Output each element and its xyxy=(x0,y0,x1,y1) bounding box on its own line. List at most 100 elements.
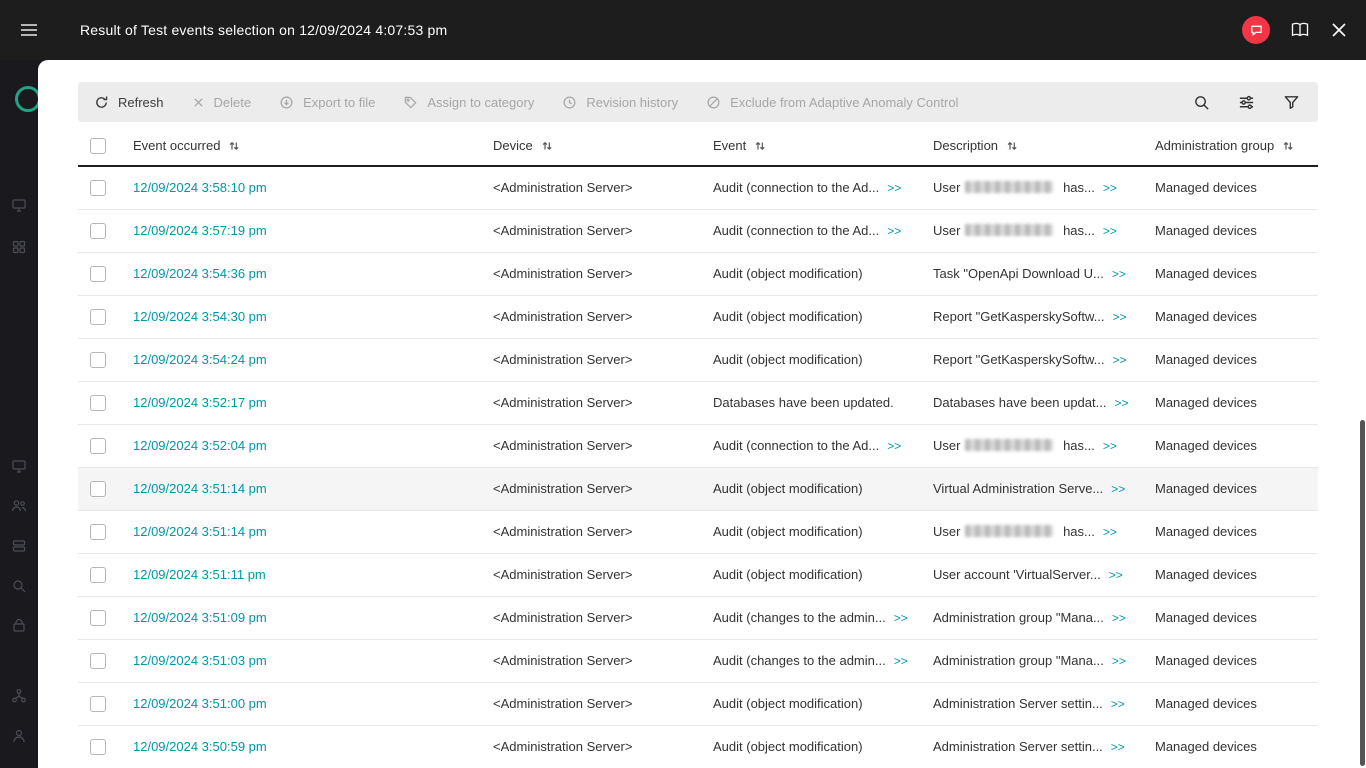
col-event[interactable]: Event xyxy=(713,126,933,166)
event-time-link[interactable]: 12/09/2024 3:52:04 pm xyxy=(133,438,267,453)
row-checkbox[interactable] xyxy=(90,180,106,196)
row-checkbox[interactable] xyxy=(90,610,106,626)
table-row[interactable]: 12/09/2024 3:52:04 pm <Administration Se… xyxy=(78,424,1318,467)
revision-history-button[interactable]: Revision history xyxy=(562,95,678,110)
table-row[interactable]: 12/09/2024 3:51:03 pm <Administration Se… xyxy=(78,639,1318,682)
sort-icon[interactable] xyxy=(754,140,766,152)
devices-icon[interactable] xyxy=(11,458,27,474)
description-more-link[interactable]: >> xyxy=(1103,181,1117,195)
column-settings-button[interactable] xyxy=(1236,92,1257,113)
close-button[interactable] xyxy=(1330,21,1348,39)
event-time-link[interactable]: 12/09/2024 3:58:10 pm xyxy=(133,180,267,195)
table-row[interactable]: 12/09/2024 3:51:14 pm <Administration Se… xyxy=(78,467,1318,510)
refresh-button[interactable]: Refresh xyxy=(94,95,164,110)
dashboard-icon[interactable] xyxy=(11,239,27,255)
filter-button[interactable] xyxy=(1281,92,1302,113)
row-checkbox[interactable] xyxy=(90,481,106,497)
description-more-link[interactable]: >> xyxy=(1111,697,1125,711)
sort-icon[interactable] xyxy=(228,140,240,152)
row-checkbox[interactable] xyxy=(90,567,106,583)
description-more-link[interactable]: >> xyxy=(1112,267,1126,281)
col-event-occurred[interactable]: Event occurred xyxy=(133,126,493,166)
hierarchy-settings-icon[interactable] xyxy=(11,688,27,704)
exclude-adaptive-anomaly-button[interactable]: Exclude from Adaptive Anomaly Control xyxy=(706,95,958,110)
sort-icon[interactable] xyxy=(1006,140,1018,152)
export-to-file-button[interactable]: Export to file xyxy=(279,95,375,110)
sort-icon[interactable] xyxy=(1282,140,1294,152)
event-cell: Audit (object modification) xyxy=(713,696,863,711)
col-administration-group[interactable]: Administration group xyxy=(1155,126,1318,166)
table-row[interactable]: 12/09/2024 3:54:30 pm <Administration Se… xyxy=(78,295,1318,338)
monitoring-icon[interactable] xyxy=(11,197,27,213)
search-button[interactable] xyxy=(1191,92,1212,113)
event-time-link[interactable]: 12/09/2024 3:51:09 pm xyxy=(133,610,267,625)
row-checkbox[interactable] xyxy=(90,524,106,540)
description-more-link[interactable]: >> xyxy=(1112,654,1126,668)
table-row[interactable]: 12/09/2024 3:57:19 pm <Administration Se… xyxy=(78,209,1318,252)
description-more-link[interactable]: >> xyxy=(1112,611,1126,625)
description-more-link[interactable]: >> xyxy=(1109,568,1123,582)
event-time-link[interactable]: 12/09/2024 3:51:03 pm xyxy=(133,653,267,668)
device-cell: <Administration Server> xyxy=(493,653,632,668)
description-more-link[interactable]: >> xyxy=(1103,525,1117,539)
event-time-link[interactable]: 12/09/2024 3:54:36 pm xyxy=(133,266,267,281)
users-icon[interactable] xyxy=(11,498,27,514)
feedback-button[interactable] xyxy=(1242,16,1270,44)
row-checkbox[interactable] xyxy=(90,438,106,454)
event-time-link[interactable]: 12/09/2024 3:52:17 pm xyxy=(133,395,267,410)
description-cell: Task "OpenApi Download U... xyxy=(933,266,1104,281)
description-more-link[interactable]: >> xyxy=(1111,740,1125,754)
row-checkbox[interactable] xyxy=(90,653,106,669)
table-row[interactable]: 12/09/2024 3:51:11 pm <Administration Se… xyxy=(78,553,1318,596)
sort-icon[interactable] xyxy=(541,140,553,152)
table-row[interactable]: 12/09/2024 3:58:10 pm <Administration Se… xyxy=(78,166,1318,209)
event-time-link[interactable]: 12/09/2024 3:51:11 pm xyxy=(133,567,266,582)
repositories-icon[interactable] xyxy=(11,538,27,554)
event-time-link[interactable]: 12/09/2024 3:54:24 pm xyxy=(133,352,267,367)
description-more-link[interactable]: >> xyxy=(1113,353,1127,367)
description-more-link[interactable]: >> xyxy=(1103,224,1117,238)
row-checkbox[interactable] xyxy=(90,395,106,411)
description-more-link[interactable]: >> xyxy=(1111,482,1125,496)
row-checkbox[interactable] xyxy=(90,223,106,239)
row-checkbox[interactable] xyxy=(90,696,106,712)
marketplace-icon[interactable] xyxy=(11,618,27,634)
delete-button[interactable]: Delete xyxy=(192,95,252,110)
table-row[interactable]: 12/09/2024 3:54:36 pm <Administration Se… xyxy=(78,252,1318,295)
vertical-scrollbar[interactable] xyxy=(1360,420,1365,766)
event-time-link[interactable]: 12/09/2024 3:57:19 pm xyxy=(133,223,267,238)
event-more-link[interactable]: >> xyxy=(894,611,908,625)
description-more-link[interactable]: >> xyxy=(1113,310,1127,324)
table-row[interactable]: 12/09/2024 3:51:09 pm <Administration Se… xyxy=(78,596,1318,639)
device-cell: <Administration Server> xyxy=(493,524,632,539)
account-icon[interactable] xyxy=(11,728,27,744)
col-device[interactable]: Device xyxy=(493,126,713,166)
table-row[interactable]: 12/09/2024 3:54:24 pm <Administration Se… xyxy=(78,338,1318,381)
assign-to-category-button[interactable]: Assign to category xyxy=(403,95,534,110)
col-description[interactable]: Description xyxy=(933,126,1155,166)
event-more-link[interactable]: >> xyxy=(887,439,901,453)
description-more-link[interactable]: >> xyxy=(1103,439,1117,453)
help-documentation-button[interactable] xyxy=(1288,20,1312,40)
row-checkbox[interactable] xyxy=(90,266,106,282)
table-row[interactable]: 12/09/2024 3:51:00 pm <Administration Se… xyxy=(78,682,1318,725)
row-checkbox[interactable] xyxy=(90,739,106,755)
table-row[interactable]: 12/09/2024 3:50:59 pm <Administration Se… xyxy=(78,725,1318,768)
table-row[interactable]: 12/09/2024 3:52:17 pm <Administration Se… xyxy=(78,381,1318,424)
event-time-link[interactable]: 12/09/2024 3:51:14 pm xyxy=(133,481,267,496)
event-time-link[interactable]: 12/09/2024 3:51:14 pm xyxy=(133,524,267,539)
search-nav-icon[interactable] xyxy=(11,578,27,594)
row-checkbox[interactable] xyxy=(90,352,106,368)
hamburger-menu-button[interactable] xyxy=(10,17,48,43)
table-row[interactable]: 12/09/2024 3:51:14 pm <Administration Se… xyxy=(78,510,1318,553)
event-time-link[interactable]: 12/09/2024 3:54:30 pm xyxy=(133,309,267,324)
event-more-link[interactable]: >> xyxy=(887,181,901,195)
event-more-link[interactable]: >> xyxy=(894,654,908,668)
event-more-link[interactable]: >> xyxy=(887,224,901,238)
event-time-link[interactable]: 12/09/2024 3:51:00 pm xyxy=(133,696,267,711)
select-all-checkbox[interactable] xyxy=(90,138,106,154)
event-time-link[interactable]: 12/09/2024 3:50:59 pm xyxy=(133,739,267,754)
description-more-link[interactable]: >> xyxy=(1114,396,1128,410)
row-checkbox[interactable] xyxy=(90,309,106,325)
delete-icon xyxy=(192,96,205,109)
